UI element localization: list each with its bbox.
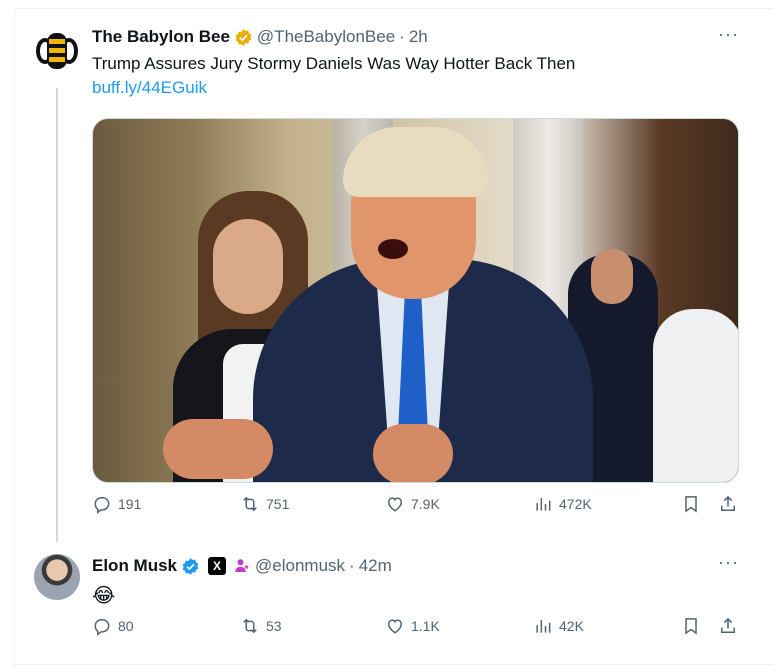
thread-line xyxy=(56,88,58,542)
timestamp[interactable]: 2h xyxy=(409,27,428,47)
handle[interactable]: @elonmusk xyxy=(255,556,345,576)
bee-logo-icon xyxy=(34,28,80,74)
like-count: 1.1K xyxy=(411,618,440,634)
handle[interactable]: @TheBabylonBee xyxy=(257,27,395,47)
tweet-text: 😂 xyxy=(92,585,116,607)
repost-button[interactable]: 53 xyxy=(240,616,282,636)
tweet-image[interactable] xyxy=(92,118,739,483)
views-icon xyxy=(536,498,551,511)
views-button[interactable]: 42K xyxy=(533,616,584,636)
reply-count: 80 xyxy=(118,618,134,634)
share-button[interactable] xyxy=(718,616,738,636)
guard-face-shape xyxy=(591,249,633,304)
avatar[interactable] xyxy=(34,28,80,74)
tweet-link[interactable]: buff.ly/44EGuik xyxy=(92,78,207,98)
separator: · xyxy=(349,556,355,575)
verified-gold-icon[interactable] xyxy=(234,28,253,47)
repost-count: 53 xyxy=(266,618,282,634)
separator: · xyxy=(399,27,405,46)
divider xyxy=(14,664,773,665)
hand-shape xyxy=(373,424,453,482)
display-name[interactable]: Elon Musk xyxy=(92,556,177,576)
share-icon xyxy=(721,495,735,511)
right-man-shape xyxy=(653,309,738,482)
views-icon xyxy=(536,620,551,633)
bookmark-icon xyxy=(685,618,697,635)
verified-blue-icon[interactable] xyxy=(181,557,200,576)
man-hair-shape xyxy=(343,127,488,197)
reply-count: 191 xyxy=(118,496,142,512)
hand-shape xyxy=(163,419,273,479)
bookmark-button[interactable] xyxy=(681,616,701,636)
woman-face-shape xyxy=(213,219,283,314)
timestamp[interactable]: 42m xyxy=(359,556,392,576)
tweet-text: Trump Assures Jury Stormy Daniels Was Wa… xyxy=(92,54,576,73)
man-mouth-shape xyxy=(378,239,408,259)
like-count: 7.9K xyxy=(411,496,440,512)
views-count: 472K xyxy=(559,496,592,512)
views-button[interactable]: 472K xyxy=(533,494,592,514)
repost-button[interactable]: 751 xyxy=(240,494,289,514)
like-icon xyxy=(387,619,403,634)
like-button[interactable]: 7.9K xyxy=(385,494,440,514)
repost-count: 751 xyxy=(266,496,290,512)
tweet-elonmusk[interactable]: Elon Musk X @elonmusk · 42m ··· 😂 80 53 … xyxy=(0,540,773,667)
reply-icon xyxy=(94,619,110,636)
repost-icon xyxy=(243,618,257,634)
repost-icon xyxy=(243,496,257,512)
bookmark-button[interactable] xyxy=(681,494,701,514)
display-name[interactable]: The Babylon Bee xyxy=(92,27,230,47)
like-button[interactable]: 1.1K xyxy=(385,616,440,636)
more-icon[interactable]: ··· xyxy=(718,24,739,45)
tweet-header: Elon Musk X @elonmusk · 42m xyxy=(92,556,392,576)
bookmark-icon xyxy=(685,496,697,513)
views-count: 42K xyxy=(559,618,584,634)
reply-button[interactable]: 80 xyxy=(92,616,134,636)
tweet-babylonbee[interactable]: The Babylon Bee @TheBabylonBee · 2h ··· … xyxy=(0,10,773,542)
avatar[interactable] xyxy=(34,554,80,600)
affiliate-x-badge[interactable]: X xyxy=(208,557,227,575)
tweet-header: The Babylon Bee @TheBabylonBee · 2h xyxy=(92,27,428,47)
person-badge-icon[interactable] xyxy=(233,557,251,575)
like-icon xyxy=(387,497,403,512)
reply-button[interactable]: 191 xyxy=(92,494,141,514)
share-button[interactable] xyxy=(718,494,738,514)
more-icon[interactable]: ··· xyxy=(718,552,739,573)
share-icon xyxy=(721,617,735,633)
reply-icon xyxy=(94,497,110,514)
